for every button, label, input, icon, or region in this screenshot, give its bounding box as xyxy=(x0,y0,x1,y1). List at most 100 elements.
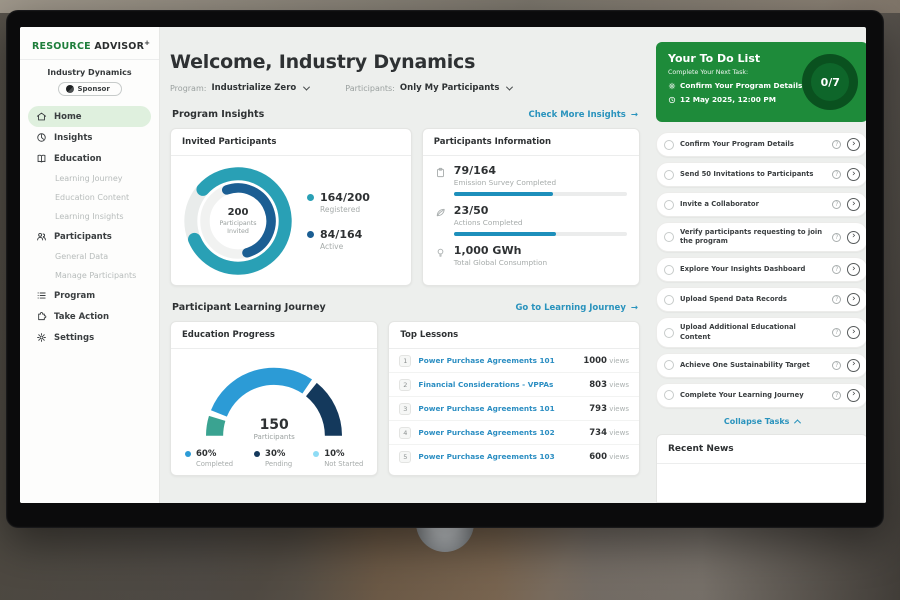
clock-icon xyxy=(668,96,676,104)
lesson-row: 1 Power Purchase Agreements 101 1000 vie… xyxy=(389,349,639,373)
task-open-button[interactable] xyxy=(847,198,860,211)
task-checkbox[interactable] xyxy=(664,328,674,338)
sidebar-item-learning-journey[interactable]: Learning Journey xyxy=(28,169,151,188)
sidebar-item-take-action[interactable]: Take Action xyxy=(28,306,151,327)
todo-task[interactable]: Invite a Collaborator xyxy=(656,192,866,217)
task-open-button[interactable] xyxy=(847,359,860,372)
lesson-rank: 2 xyxy=(399,379,411,391)
lesson-link[interactable]: Power Purchase Agreements 101 xyxy=(418,356,576,365)
lesson-link[interactable]: Financial Considerations - VPPAs xyxy=(418,380,582,389)
legend-item-not-started: 10% Not Started xyxy=(313,449,363,468)
sidebar-item-home[interactable]: Home xyxy=(28,106,151,127)
sidebar-item-label: General Data xyxy=(55,252,108,261)
dashboard-screen: RESOURCE ADVISOR+ Industry Dynamics Spon… xyxy=(20,27,866,503)
lesson-row: 2 Financial Considerations - VPPAs 803 v… xyxy=(389,373,639,397)
program-insights-header: Program Insights Check More Insights → xyxy=(172,109,638,120)
progress-bar xyxy=(454,192,627,196)
completed-segment xyxy=(219,376,307,413)
sidebar-item-label: Learning Journey xyxy=(55,174,122,183)
task-checkbox[interactable] xyxy=(664,360,674,370)
task-open-button[interactable] xyxy=(847,389,860,402)
todo-task-list: Confirm Your Program Details Send 50 Inv… xyxy=(656,132,866,408)
sidebar-item-manage-participants[interactable]: Manage Participants xyxy=(28,266,151,285)
donut-center-value: 200 xyxy=(228,207,249,218)
sidebar-item-learning-insights[interactable]: Learning Insights xyxy=(28,207,151,226)
link-label: Check More Insights xyxy=(529,110,626,120)
todo-task[interactable]: Verify participants requesting to join t… xyxy=(656,222,866,252)
todo-task[interactable]: Complete Your Learning Journey xyxy=(656,383,866,408)
sidebar-item-label: Program xyxy=(54,291,95,301)
todo-task[interactable]: Send 50 Invitations to Participants xyxy=(656,162,866,187)
sidebar-item-general-data[interactable]: General Data xyxy=(28,247,151,266)
info-icon xyxy=(832,233,841,242)
lesson-link[interactable]: Power Purchase Agreements 102 xyxy=(418,428,582,437)
gauge-legend: 60% Completed 30% Pending xyxy=(171,443,377,468)
legend-item-active: 84/164 Active xyxy=(307,228,370,251)
logo-advisor: ADVISOR xyxy=(94,41,144,52)
education-progress-gauge-chart: 150 Participants xyxy=(194,353,354,443)
todo-subtitle: Complete Your Next Task: xyxy=(668,69,802,76)
legend-value: 164/200 xyxy=(320,191,370,204)
sidebar-item-label: Education xyxy=(54,154,102,164)
leaf-icon xyxy=(435,207,446,218)
clipboard-icon xyxy=(435,167,446,178)
task-checkbox[interactable] xyxy=(664,232,674,242)
task-open-button[interactable] xyxy=(847,168,860,181)
task-open-button[interactable] xyxy=(847,138,860,151)
top-lessons-card: Top Lessons 1 Power Purchase Agreements … xyxy=(388,321,640,476)
monitor-bezel: RESOURCE ADVISOR+ Industry Dynamics Spon… xyxy=(6,10,884,528)
sidebar-item-label: Learning Insights xyxy=(55,212,124,221)
task-open-button[interactable] xyxy=(847,293,860,306)
todo-task[interactable]: Achieve One Sustainability Target xyxy=(656,353,866,378)
task-open-button[interactable] xyxy=(847,263,860,276)
sidebar-item-participants[interactable]: Participants xyxy=(28,226,151,247)
todo-task[interactable]: Explore Your Insights Dashboard xyxy=(656,257,866,282)
task-open-button[interactable] xyxy=(847,326,860,339)
go-to-learning-journey-link[interactable]: Go to Learning Journey → xyxy=(515,303,638,313)
participants-information-card: Participants Information 79/164 Emission… xyxy=(422,128,640,286)
lesson-row: 3 Power Purchase Agreements 101 793 view… xyxy=(389,397,639,421)
donut-legend: 164/200 Registered 84/164 Active xyxy=(307,191,370,251)
lesson-link[interactable]: Power Purchase Agreements 101 xyxy=(418,404,582,413)
task-label: Upload Additional Educational Content xyxy=(680,323,826,341)
task-label: Invite a Collaborator xyxy=(680,200,826,209)
task-checkbox[interactable] xyxy=(664,140,674,150)
todo-task[interactable]: Confirm Your Program Details xyxy=(656,132,866,157)
task-checkbox[interactable] xyxy=(664,295,674,305)
info-icon xyxy=(832,295,841,304)
stat-emission-survey: 79/164 Emission Survey Completed xyxy=(423,156,639,196)
sidebar-item-label: Participants xyxy=(54,232,112,242)
legend-label: Not Started xyxy=(324,460,363,468)
participants-filter-dropdown[interactable]: Participants: Only My Participants xyxy=(345,83,512,93)
task-checkbox[interactable] xyxy=(664,200,674,210)
sidebar-item-education-content[interactable]: Education Content xyxy=(28,188,151,207)
program-filter-dropdown[interactable]: Program: Industrialize Zero xyxy=(170,83,309,93)
sponsor-icon xyxy=(66,85,74,93)
collapse-tasks-link[interactable]: Collapse Tasks xyxy=(656,417,866,426)
task-open-button[interactable] xyxy=(847,231,860,244)
task-checkbox[interactable] xyxy=(664,170,674,180)
home-icon xyxy=(36,111,47,122)
views-word: views xyxy=(609,405,629,413)
check-more-insights-link[interactable]: Check More Insights → xyxy=(529,110,639,120)
todo-task[interactable]: Upload Additional Educational Content xyxy=(656,317,866,347)
legend-dot xyxy=(254,451,260,457)
sidebar-item-insights[interactable]: Insights xyxy=(28,127,151,148)
stat-label: Total Global Consumption xyxy=(454,258,627,267)
legend-dot xyxy=(307,194,314,201)
sidebar-item-program[interactable]: Program xyxy=(28,285,151,306)
todo-task[interactable]: Upload Spend Data Records xyxy=(656,287,866,312)
legend-value: 60% xyxy=(196,449,233,459)
lesson-link[interactable]: Power Purchase Agreements 103 xyxy=(418,452,582,461)
sidebar-item-education[interactable]: Education xyxy=(28,148,151,169)
gauge-center-label: Participants xyxy=(194,433,354,441)
task-checkbox[interactable] xyxy=(664,390,674,400)
program-icon xyxy=(36,290,47,301)
task-checkbox[interactable] xyxy=(664,265,674,275)
todo-progress-ring: 0/7 xyxy=(802,54,858,110)
lesson-row: 5 Power Purchase Agreements 103 600 view… xyxy=(389,445,639,468)
lesson-views-count: 600 xyxy=(589,452,607,462)
filters-row: Program: Industrialize Zero Participants… xyxy=(170,83,640,93)
recent-news-card: Recent News xyxy=(656,434,866,503)
sidebar-item-settings[interactable]: Settings xyxy=(28,327,151,348)
